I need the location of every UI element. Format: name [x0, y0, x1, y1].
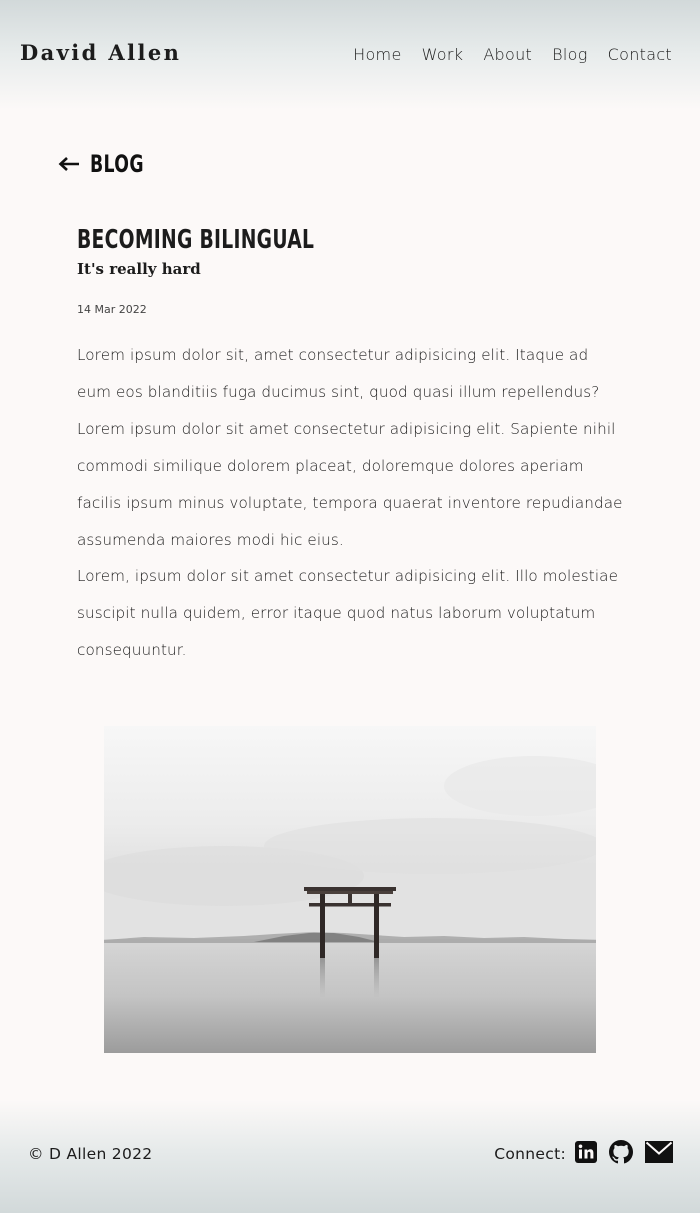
nav-contact-link[interactable]: Contact [608, 45, 672, 64]
email-link[interactable] [645, 1141, 673, 1167]
nav-home-link[interactable]: Home [353, 45, 401, 64]
back-link-label: BLOG [90, 150, 144, 178]
site-brand[interactable]: David Allen [20, 40, 181, 65]
nav-about-link[interactable]: About [483, 45, 532, 64]
copyright-text: © D Allen 2022 [28, 1145, 153, 1163]
github-link[interactable] [609, 1140, 633, 1168]
linkedin-icon [575, 1141, 597, 1163]
post-subtitle: It's really hard [77, 260, 201, 278]
arrow-left-icon [58, 157, 79, 171]
github-icon [609, 1140, 633, 1164]
torii-gate-photo [104, 726, 596, 1053]
post-image-torii-gate [104, 726, 596, 1053]
post-paragraph: Lorem ipsum dolor sit amet consectetur a… [77, 419, 623, 549]
post-paragraph: Lorem ipsum dolor sit, amet consectetur … [77, 346, 600, 401]
post-body: Lorem ipsum dolor sit, amet consectetur … [77, 337, 625, 669]
post-date: 14 Mar 2022 [77, 303, 147, 316]
nav-work-link[interactable]: Work [422, 45, 464, 64]
linkedin-link[interactable] [575, 1141, 597, 1167]
nav-blog-link[interactable]: Blog [552, 45, 588, 64]
social-links: Connect: [494, 1140, 673, 1168]
email-icon [645, 1141, 673, 1163]
site-footer: © D Allen 2022 Connect: [0, 1100, 700, 1213]
site-header: David Allen Home Work About Blog Contact [0, 0, 700, 110]
back-to-blog-link[interactable]: BLOG [58, 150, 165, 178]
main-nav: Home Work About Blog Contact [353, 45, 672, 64]
post-title: BECOMING BILINGUAL [77, 225, 315, 255]
connect-label: Connect: [494, 1145, 566, 1163]
post-paragraph: Lorem, ipsum dolor sit amet consectetur … [77, 567, 619, 660]
